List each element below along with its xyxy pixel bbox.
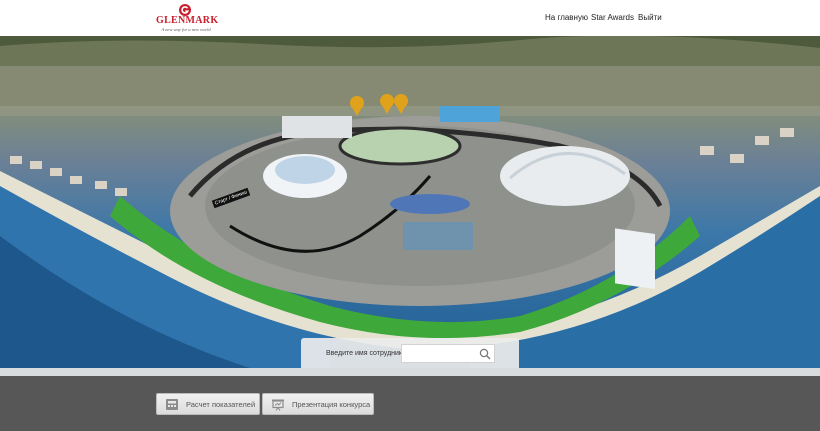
contest-presentation-label: Презентация конкурса: [292, 400, 371, 409]
presentation-board-icon: [272, 399, 284, 411]
employee-search-panel: Введите имя сотрудника: [301, 338, 519, 368]
calculate-metrics-button[interactable]: Расчет показателей: [156, 393, 260, 415]
site-header: GLENMARK A new way for a new world На гл…: [0, 0, 820, 36]
nav-star-awards-link[interactable]: Star Awards: [591, 13, 634, 22]
nav-home-link[interactable]: На главную: [545, 13, 588, 22]
nav-logout-link[interactable]: Выйти: [638, 13, 662, 22]
logo-wordmark: GLENMARK: [156, 15, 219, 26]
footer-bar: Расчет показателей Презентация конкурса: [0, 376, 820, 431]
olympic-park-aerial-image: Старт / Финиш: [0, 36, 820, 368]
divider-strip: [0, 368, 820, 376]
glenmark-logo[interactable]: GLENMARK A new way for a new world: [156, 3, 219, 33]
aerial-scene-illustration: [0, 36, 820, 368]
logo-tagline: A new way for a new world: [161, 27, 211, 32]
employee-name-input[interactable]: [404, 347, 478, 360]
search-label: Введите имя сотрудника: [326, 350, 407, 357]
search-box: [401, 344, 495, 363]
calculator-icon: [166, 399, 178, 410]
calculate-metrics-label: Расчет показателей: [186, 400, 256, 409]
contest-presentation-button[interactable]: Презентация конкурса: [262, 393, 374, 415]
search-icon[interactable]: [479, 348, 491, 360]
